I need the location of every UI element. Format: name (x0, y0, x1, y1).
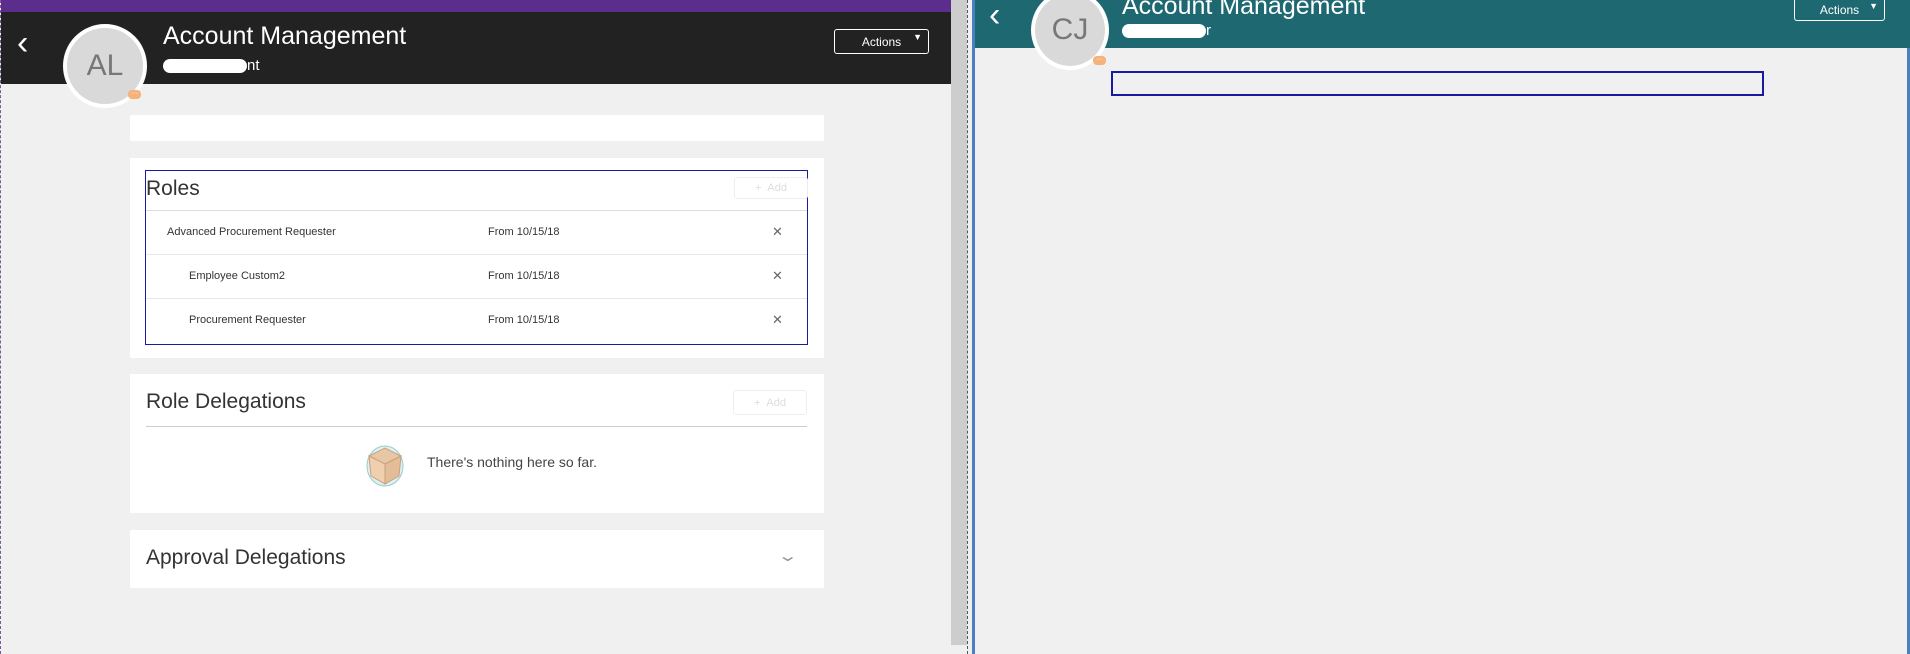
subtitle: nt (163, 57, 260, 74)
approval-delegations-card[interactable]: Approval Delegations ⌄ (130, 530, 824, 588)
chevron-down-icon[interactable]: ⌄ (777, 546, 798, 566)
splitter[interactable] (967, 0, 969, 654)
role-row: Advanced Procurement Requester From 10/1… (146, 211, 807, 255)
back-chevron-icon[interactable]: ‹ (989, 0, 1000, 32)
empty-box-icon (366, 445, 404, 487)
empty-state-text: There's nothing here so far. (427, 454, 597, 470)
page-title: Account Management (1122, 0, 1366, 20)
plus-icon: + (754, 182, 762, 194)
avatar-initials: AL (86, 49, 124, 82)
subtitle-text: r (1206, 22, 1211, 39)
actions-button[interactable]: Actions ▼ (1794, 0, 1885, 21)
role-date: From 10/15/18 (488, 226, 560, 238)
right-panel: ‹ Account Management r Actions ▼ CJ ··· (972, 0, 1910, 654)
top-banner (1, 0, 951, 12)
caret-down-icon: ▼ (1869, 1, 1878, 11)
actions-label: Actions (861, 34, 902, 49)
role-delegations-title: Role Delegations (146, 390, 306, 413)
subtitle-text: nt (247, 57, 260, 74)
role-row: Procurement Requester From 10/15/18 ✕ (146, 299, 807, 343)
role-delegations-card: Role Delegations + Add There's nothing he… (130, 374, 824, 513)
avatar-initials: CJ (1051, 13, 1089, 46)
more-badge-icon[interactable]: ··· (1093, 56, 1106, 65)
role-name: Procurement Requester (189, 314, 306, 326)
back-chevron-icon[interactable]: ‹ (17, 26, 28, 60)
role-date: From 10/15/18 (488, 270, 560, 282)
page-title: Account Management (163, 22, 407, 50)
subtitle: r (1122, 22, 1211, 39)
roles-title: Roles (146, 177, 200, 200)
actions-label: Actions (1819, 2, 1860, 17)
roles-focus-outline: Roles + Add Advanced Procurement Requeste… (145, 170, 808, 345)
blank-card (130, 115, 824, 141)
redaction (163, 59, 247, 74)
roles-card: Roles + Add Advanced Procurement Requeste… (130, 158, 824, 358)
redaction (1122, 24, 1206, 39)
header: ‹ Account Management r Actions ▼ (975, 0, 1910, 48)
scrollbar[interactable] (951, 0, 967, 645)
plus-icon: + (753, 396, 761, 409)
remove-role-icon[interactable]: ✕ (772, 312, 783, 328)
role-name: Employee Custom2 (189, 270, 285, 282)
caret-down-icon: ▼ (913, 32, 922, 42)
remove-role-icon[interactable]: ✕ (772, 268, 783, 284)
actions-button[interactable]: Actions ▼ (834, 29, 929, 54)
add-label: Add (766, 396, 786, 409)
approval-delegations-title: Approval Delegations (146, 546, 346, 569)
add-delegation-button[interactable]: + Add (733, 390, 807, 415)
divider (146, 426, 807, 427)
focus-outline-placeholder (1111, 71, 1764, 96)
role-name: Advanced Procurement Requester (167, 226, 336, 238)
role-row: Employee Custom2 From 10/15/18 ✕ (146, 255, 807, 299)
remove-role-icon[interactable]: ✕ (772, 224, 783, 240)
more-badge-icon[interactable]: ··· (128, 90, 141, 99)
role-date: From 10/15/18 (488, 314, 560, 326)
add-role-button[interactable]: + Add (734, 177, 808, 199)
add-label: Add (767, 182, 787, 194)
left-panel: ‹ Account Management nt Actions ▼ AL ··· … (0, 0, 951, 654)
